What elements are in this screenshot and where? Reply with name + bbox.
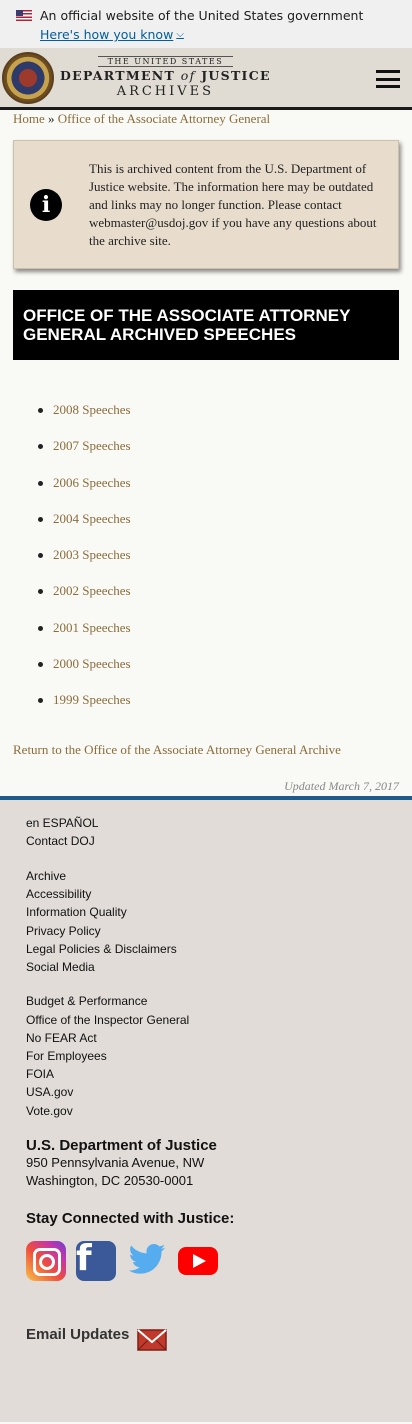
speech-list: 2008 Speeches 2007 Speeches 2006 Speeche… [0,402,412,729]
gov-banner-text: An official website of the United States… [40,7,364,23]
logo-department: DEPARTMENT [60,68,176,83]
list-item: 2002 Speeches [38,583,412,619]
info-icon: i [30,188,62,221]
speech-year-link[interactable]: 2004 Speeches [53,511,131,527]
instagram-icon[interactable] [26,1241,66,1282]
address-line-2: Washington, DC 20530-0001 [26,1172,194,1188]
page-title: OFFICE OF THE ASSOCIATE ATTORNEY GENERAL… [13,290,399,360]
speech-year-link[interactable]: 2002 Speeches [53,583,131,599]
envelope-icon [137,1328,168,1351]
footer-link-vote-gov[interactable]: Vote.gov [26,1104,73,1118]
return-to-archive-link[interactable]: Return to the Office of the Associate At… [0,742,412,758]
menu-hamburger-icon[interactable] [376,70,400,88]
logo-justice: JUSTICE [201,68,271,83]
chevron-down-icon: ⌵ [176,29,184,40]
footer-link-espanol[interactable]: en ESPAÑOL [26,816,98,830]
footer-link-accessibility[interactable]: Accessibility [26,887,91,901]
speech-year-link[interactable]: 2003 Speeches [53,547,131,563]
address-line-1: 950 Pennsylvania Avenue, NW [26,1154,205,1170]
speech-year-link[interactable]: 2007 Speeches [53,438,131,454]
footer-link-no-fear-act[interactable]: No FEAR Act [26,1031,97,1045]
list-item: 2007 Speeches [38,438,412,474]
bullet-icon [38,662,43,668]
bullet-icon [38,444,43,450]
site-footer: en ESPAÑOL Contact DOJ Archive Accessibi… [0,795,412,1422]
list-item: 1999 Speeches [38,692,412,728]
speech-year-link[interactable]: 2001 Speeches [53,620,131,636]
updated-date: Updated March 7, 2017 [284,778,399,793]
speech-year-link[interactable]: 2006 Speeches [53,475,131,491]
list-item: 2006 Speeches [38,475,412,511]
breadcrumb-separator: » [48,111,55,126]
list-item: 2008 Speeches [38,402,412,438]
address-name: U.S. Department of Justice [26,1136,217,1154]
footer-link-legal-policies[interactable]: Legal Policies & Disclaimers [26,942,177,956]
bullet-icon [38,408,43,413]
bullet-icon [38,698,43,704]
footer-link-contact[interactable]: Contact DOJ [26,834,95,848]
footer-links-group-2: Archive Accessibility Information Qualit… [26,867,386,976]
footer-link-for-employees[interactable]: For Employees [26,1049,107,1063]
footer-link-archive[interactable]: Archive [26,869,66,883]
breadcrumb-current-link[interactable]: Office of the Associate Attorney General [58,111,270,126]
facebook-icon[interactable]: f [76,1241,116,1282]
heres-how-you-know-link[interactable]: Here's how you know ⌵ [40,27,184,42]
footer-link-privacy-policy[interactable]: Privacy Policy [26,924,101,938]
bullet-icon [38,589,43,595]
email-updates[interactable]: Email Updates [26,1317,386,1353]
list-item: 2001 Speeches [38,620,412,656]
list-item: 2004 Speeches [38,511,412,547]
doj-archives-wordmark[interactable]: THE UNITED STATES DEPARTMENT of JUSTICE … [60,56,271,99]
archive-notice-text: This is archived content from the U.S. D… [89,160,377,248]
speech-year-link[interactable]: 1999 Speeches [53,692,131,708]
stay-connected-heading: Stay Connected with Justice: [26,1209,235,1227]
doj-seal-logo[interactable] [2,51,54,104]
site-header: THE UNITED STATES DEPARTMENT of JUSTICE … [0,48,412,110]
breadcrumb: Home » Office of the Associate Attorney … [0,110,412,130]
logo-of: of [180,68,196,83]
footer-links-group-1: en ESPAÑOL Contact DOJ [26,814,386,850]
logo-top-text: THE UNITED STATES [97,56,234,67]
footer-link-social-media[interactable]: Social Media [26,960,95,974]
breadcrumb-home-link[interactable]: Home [13,111,45,126]
gov-banner: An official website of the United States… [0,0,412,48]
footer-link-budget[interactable]: Budget & Performance [26,994,147,1008]
social-links: f [26,1239,386,1284]
list-item: 2000 Speeches [38,656,412,692]
footer-link-information-quality[interactable]: Information Quality [26,905,127,919]
bullet-icon [38,553,43,559]
footer-link-foia[interactable]: FOIA [26,1067,54,1081]
bullet-icon [38,516,43,522]
speech-year-link[interactable]: 2008 Speeches [53,402,131,418]
logo-archives-text: ARCHIVES [116,84,215,99]
list-item: 2003 Speeches [38,547,412,583]
footer-link-inspector-general[interactable]: Office of the Inspector General [26,1013,189,1027]
youtube-icon[interactable] [178,1247,218,1276]
archive-notice: i This is archived content from the U.S.… [13,140,399,269]
footer-links-group-3: Budget & Performance Office of the Inspe… [26,992,386,1119]
logo-mid-text: DEPARTMENT of JUSTICE [60,68,271,83]
us-flag-icon [16,9,32,21]
bullet-icon [38,625,43,631]
bullet-icon [38,480,43,486]
heres-how-you-know-label: Here's how you know [40,27,174,42]
footer-link-usa-gov[interactable]: USA.gov [26,1085,73,1099]
speech-year-link[interactable]: 2000 Speeches [53,656,131,672]
email-updates-label: Email Updates [26,1326,130,1344]
twitter-icon[interactable] [126,1239,168,1284]
